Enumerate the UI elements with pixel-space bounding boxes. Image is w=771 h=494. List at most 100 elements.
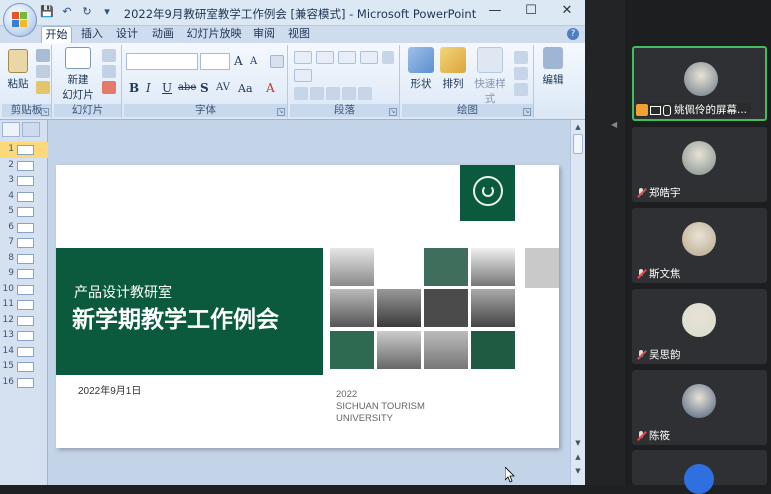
reset-icon[interactable] <box>102 65 116 78</box>
customize-icon[interactable]: ▾ <box>100 5 114 19</box>
prev-slide-icon[interactable]: ▲ <box>573 452 583 462</box>
increase-indent-icon[interactable] <box>360 51 378 64</box>
slide-thumbnail[interactable]: 1 <box>0 142 48 158</box>
numbering-icon[interactable] <box>316 51 334 64</box>
photo-tile <box>377 248 421 286</box>
slides-tab[interactable] <box>2 122 20 137</box>
font-name-select[interactable] <box>126 53 198 70</box>
line-spacing-icon[interactable] <box>294 69 312 82</box>
window-controls: — ☐ ✕ <box>477 0 585 24</box>
scroll-thumb[interactable] <box>573 134 583 154</box>
layout-icon[interactable] <box>102 49 116 62</box>
decrease-indent-icon[interactable] <box>338 51 356 64</box>
new-slide-label: 新建 <box>67 74 89 86</box>
slide-thumbnail[interactable]: 7 <box>0 235 48 251</box>
participant-tile[interactable]: 吴思韵 <box>632 289 767 364</box>
bold-button[interactable]: B <box>129 81 139 95</box>
title-band: 产品设计教研室 新学期教学工作例会 <box>56 248 323 375</box>
slide-thumbnail[interactable]: 4 <box>0 189 48 205</box>
participant-tile[interactable]: 姚佩伶的屏幕... <box>632 46 767 121</box>
slide-thumbnail[interactable]: 3 <box>0 173 48 189</box>
paste-button[interactable]: 粘贴 <box>6 49 30 91</box>
slide-thumbnail[interactable]: 12 <box>0 313 48 329</box>
grow-font-button[interactable]: A <box>234 54 243 68</box>
tab-insert[interactable]: 插入 <box>78 26 106 43</box>
help-icon[interactable]: ? <box>567 28 579 40</box>
tab-animation[interactable]: 动画 <box>149 26 177 43</box>
redo-icon[interactable]: ↻ <box>80 5 94 19</box>
font-size-select[interactable] <box>200 53 230 70</box>
photo-tile <box>377 331 421 369</box>
slide-thumbnail[interactable]: 15 <box>0 359 48 375</box>
save-icon[interactable]: 💾 <box>40 5 54 19</box>
participant-tile[interactable] <box>632 450 767 494</box>
slide-thumbnail[interactable]: 16 <box>0 375 48 391</box>
slide-thumbnail[interactable]: 6 <box>0 220 48 236</box>
tab-home[interactable]: 开始 <box>41 26 72 43</box>
slide-thumbnail[interactable]: 8 <box>0 251 48 267</box>
slide-thumbnail[interactable]: 9 <box>0 266 48 282</box>
paragraph-launcher-icon[interactable]: ↘ <box>389 108 397 116</box>
undo-icon[interactable]: ↶ <box>60 5 74 19</box>
next-slide-icon[interactable]: ▼ <box>573 466 583 476</box>
group-font: A A B I U abe S AV Aa A 字体 ↘ <box>124 45 288 118</box>
maximize-button[interactable]: ☐ <box>513 0 549 24</box>
scroll-down-icon[interactable]: ▼ <box>573 438 583 448</box>
shape-fill-icon[interactable] <box>514 51 528 64</box>
participant-tile[interactable]: 陈筱 <box>632 370 767 445</box>
slide-thumbnail[interactable]: 13 <box>0 328 48 344</box>
bullets-icon[interactable] <box>294 51 312 64</box>
editing-button[interactable]: 编辑 <box>538 47 568 87</box>
justify-icon[interactable] <box>342 87 356 100</box>
vertical-scrollbar[interactable]: ▲ ▼ ▲ ▼ <box>570 120 585 485</box>
font-color-button[interactable]: A <box>266 81 275 95</box>
change-case-button[interactable]: Aa <box>238 82 253 95</box>
shadow-button[interactable]: S <box>200 81 209 95</box>
align-right-icon[interactable] <box>326 87 340 100</box>
strikethrough-button[interactable]: abe <box>178 82 196 93</box>
tab-view[interactable]: 视图 <box>285 26 313 43</box>
scroll-up-icon[interactable]: ▲ <box>573 122 583 132</box>
shrink-font-button[interactable]: A <box>250 56 257 67</box>
minimize-button[interactable]: — <box>477 0 513 24</box>
slide-thumbnail[interactable]: 10 <box>0 282 48 298</box>
slide-canvas[interactable]: 产品设计教研室 新学期教学工作例会 2022年9月1日 2022 SICHUAN… <box>56 165 559 448</box>
collapse-arrow-icon[interactable]: ◀ <box>611 120 621 130</box>
slide-thumbnail[interactable]: 2 <box>0 158 48 174</box>
shape-outline-icon[interactable] <box>514 67 528 80</box>
cut-icon[interactable] <box>36 49 50 62</box>
photo-tile <box>330 248 374 286</box>
slide-thumbnail[interactable]: 14 <box>0 344 48 360</box>
text-direction-icon[interactable] <box>382 51 394 64</box>
clear-format-icon[interactable] <box>270 55 284 68</box>
italic-button[interactable]: I <box>146 81 151 95</box>
tab-slideshow[interactable]: 幻灯片放映 <box>186 26 242 43</box>
tab-design[interactable]: 设计 <box>113 26 141 43</box>
delete-slide-icon[interactable] <box>102 81 116 94</box>
char-spacing-button[interactable]: AV <box>216 82 230 93</box>
quick-styles-button[interactable]: 快速样式 <box>470 47 510 106</box>
shape-effects-icon[interactable] <box>514 83 528 96</box>
slide-thumbnail[interactable]: 5 <box>0 204 48 220</box>
underline-button[interactable]: U <box>162 81 172 95</box>
shapes-button[interactable]: 形状 <box>406 47 436 91</box>
copy-icon[interactable] <box>36 65 50 78</box>
outline-tab[interactable] <box>22 122 40 137</box>
close-button[interactable]: ✕ <box>549 0 585 24</box>
slide-year: 2022 <box>336 389 358 400</box>
avatar <box>684 464 714 494</box>
tab-review[interactable]: 审阅 <box>250 26 278 43</box>
align-left-icon[interactable] <box>294 87 308 100</box>
powerpoint-window: 💾 ↶ ↻ ▾ 2022年9月教研室教学工作例会 [兼容模式] - Micros… <box>0 0 585 485</box>
office-button[interactable] <box>3 3 37 37</box>
participant-tile[interactable]: 斯文焦 <box>632 208 767 283</box>
align-center-icon[interactable] <box>310 87 324 100</box>
drawing-launcher-icon[interactable]: ↘ <box>523 108 531 116</box>
format-painter-icon[interactable] <box>36 81 50 94</box>
font-launcher-icon[interactable]: ↘ <box>277 108 285 116</box>
columns-icon[interactable] <box>358 87 372 100</box>
slide-thumbnail[interactable]: 11 <box>0 297 48 313</box>
arrange-button[interactable]: 排列 <box>438 47 468 91</box>
participant-tile[interactable]: 郑皓宇 <box>632 127 767 202</box>
clipboard-launcher-icon[interactable]: ↘ <box>41 108 49 116</box>
